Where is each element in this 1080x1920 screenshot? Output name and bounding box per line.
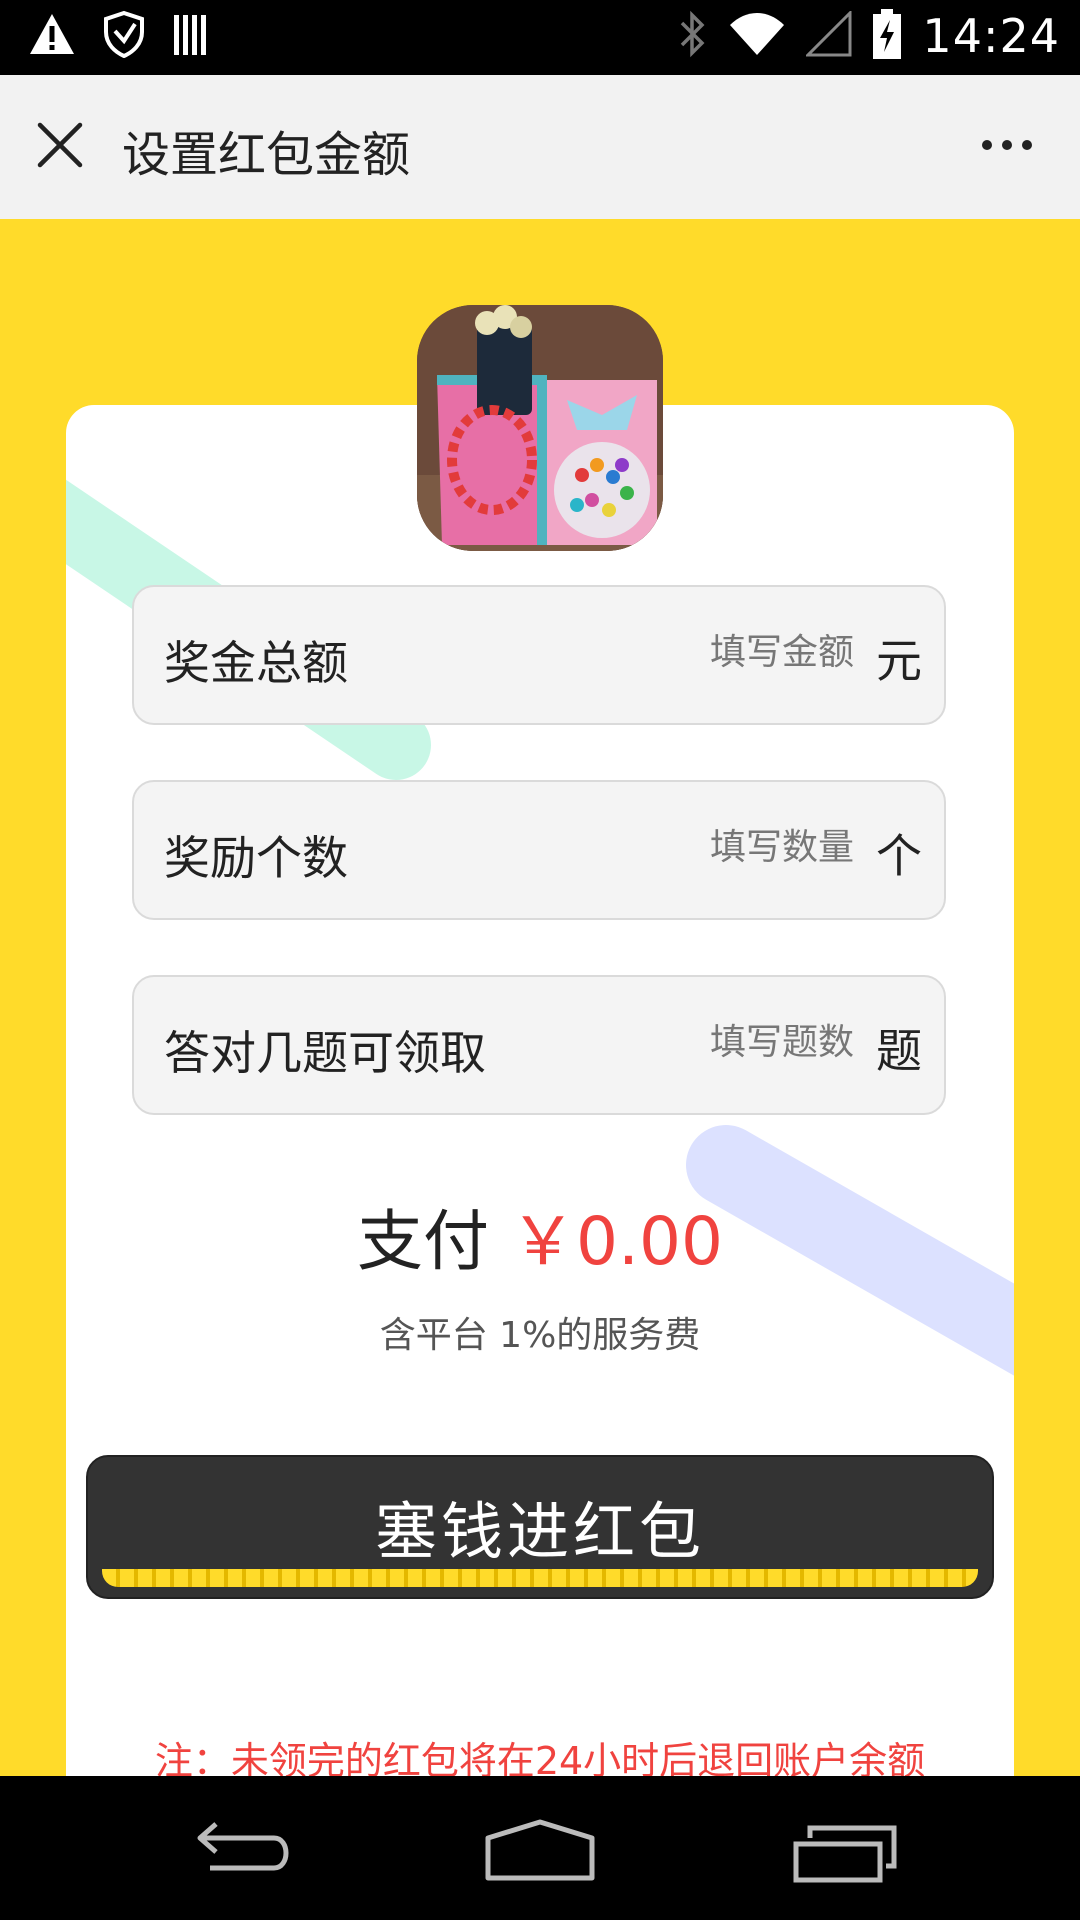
payment-label: 支付 — [357, 1203, 490, 1280]
field-label: 奖金总额 — [164, 636, 348, 690]
close-icon — [37, 122, 83, 168]
status-time: 14:24 — [922, 9, 1060, 63]
title-bar: 设置红包金额 — [0, 75, 1080, 219]
submit-button-label: 塞钱进红包 — [374, 1495, 705, 1568]
back-button[interactable] — [180, 1816, 300, 1886]
home-icon — [485, 1819, 595, 1881]
recents-icon — [793, 1825, 897, 1883]
navigation-bar — [0, 1776, 1080, 1920]
signal-icon — [804, 9, 852, 61]
reward-count-input[interactable] — [552, 826, 856, 869]
service-fee-note: 含平台 1%的服务费 — [379, 1315, 701, 1356]
field-label: 答对几题可领取 — [164, 1026, 486, 1080]
page-title: 设置红包金额 — [122, 127, 411, 183]
gift-box-image — [417, 305, 663, 551]
button-stripe — [102, 1569, 978, 1587]
recents-button[interactable] — [786, 1816, 906, 1886]
wifi-icon — [728, 11, 786, 61]
payment-total: 支付 ￥0.00 — [0, 1188, 1080, 1284]
status-bar: 14:24 — [0, 0, 1080, 75]
total-amount-input[interactable] — [552, 631, 856, 674]
field-unit: 题 — [876, 1024, 922, 1078]
shield-icon — [102, 10, 146, 62]
close-button[interactable] — [30, 115, 90, 175]
submit-button[interactable]: 塞钱进红包 — [86, 1455, 994, 1599]
more-icon — [982, 140, 992, 150]
barcode-icon — [172, 11, 212, 61]
back-icon — [197, 1822, 289, 1871]
bluetooth-icon — [678, 9, 708, 63]
field-unit: 元 — [876, 634, 922, 688]
warning-icon — [28, 12, 76, 60]
home-button[interactable] — [480, 1816, 600, 1886]
reward-count-field: 奖励个数 个 — [132, 780, 946, 920]
total-amount-field: 奖金总额 元 — [132, 585, 946, 725]
questions-required-field: 答对几题可领取 题 — [132, 975, 946, 1115]
field-unit: 个 — [876, 829, 922, 883]
more-button[interactable] — [972, 125, 1042, 165]
field-label: 奖励个数 — [164, 831, 348, 885]
questions-required-input[interactable] — [552, 1021, 856, 1064]
battery-charging-icon — [872, 8, 902, 64]
payment-amount: ￥0.00 — [510, 1203, 723, 1280]
